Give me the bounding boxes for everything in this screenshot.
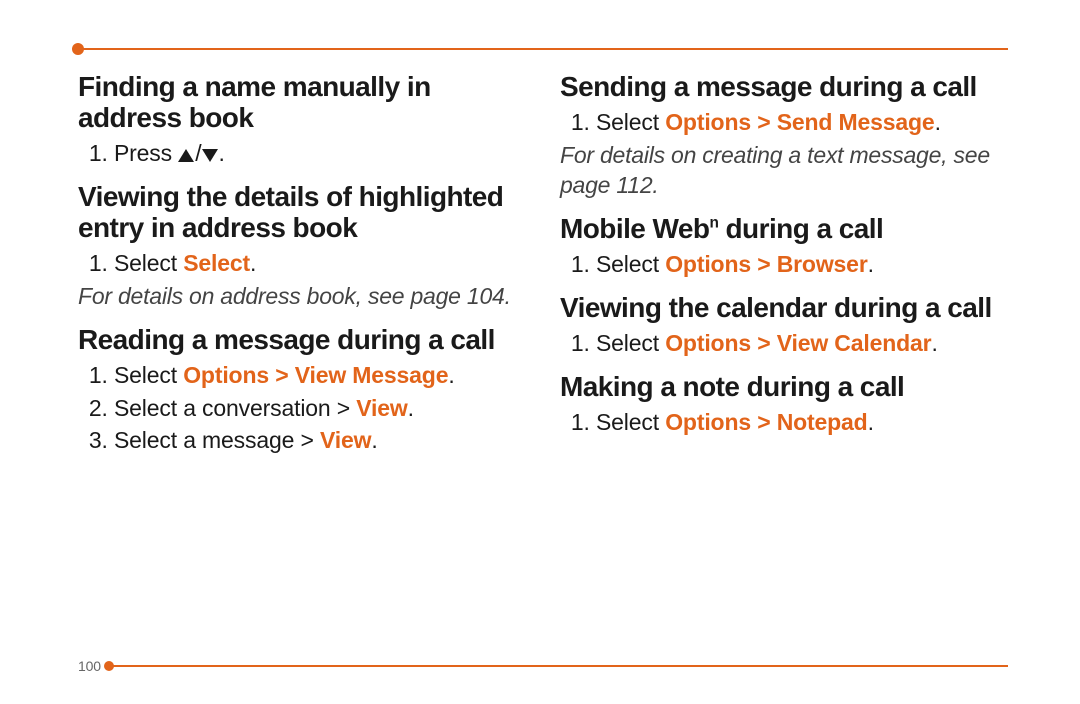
step-text: Select [596,409,665,435]
step-text: Select a conversation > [114,395,356,421]
top-rule [78,48,1008,50]
step-suffix: . [868,409,874,435]
up-arrow-icon [178,149,194,162]
steps-make-note: Select Options > Notepad. [560,407,1008,437]
heading-part-b: during a call [718,213,883,244]
footer-rule [109,665,1008,667]
step-message-view: Select a message > View. [114,425,526,455]
menu-keyword: Options > Browser [665,251,867,277]
step-suffix: . [868,251,874,277]
down-arrow-icon [202,149,218,162]
menu-keyword: Options > View Message [183,362,448,388]
heading-view-details: Viewing the details of highlighted entry… [78,182,526,244]
step-select-select: Select Select. [114,248,526,278]
steps-view-details: Select Select. [78,248,526,278]
content-columns: Finding a name manually in address book … [78,72,1008,457]
left-column: Finding a name manually in address book … [78,72,526,457]
heading-read-msg: Reading a message during a call [78,325,526,356]
step-text: Select [114,362,183,388]
steps-find-name: Press /. [78,138,526,168]
step-text: Select [114,250,183,276]
step-suffix: . [250,250,256,276]
step-text: Select [596,251,665,277]
step-options-view-calendar: Select Options > View Calendar. [596,328,1008,358]
step-conversation-view: Select a conversation > View. [114,393,526,423]
step-suffix: . [935,109,941,135]
step-text: Select [596,330,665,356]
step-suffix: . [218,140,224,166]
heading-part-a: Mobile Web [560,213,709,244]
steps-read-msg: Select Options > View Message. Select a … [78,360,526,455]
menu-keyword: View [356,395,407,421]
note-addressbook: For details on address book, see page 10… [78,282,526,311]
step-text: Press [114,140,178,166]
step-text: Select [596,109,665,135]
menu-keyword: Options > Notepad [665,409,867,435]
page-number: 100 [78,658,105,674]
step-suffix: . [371,427,377,453]
steps-mobile-web: Select Options > Browser. [560,249,1008,279]
steps-send-msg: Select Options > Send Message. [560,107,1008,137]
step-options-notepad: Select Options > Notepad. [596,407,1008,437]
step-suffix: . [931,330,937,356]
menu-keyword: Select [183,250,250,276]
heading-make-note: Making a note during a call [560,372,1008,403]
page-footer: 100 [78,658,1008,674]
note-text-msg: For details on creating a text message, … [560,141,1008,200]
superscript-n: n [709,215,718,232]
step-suffix: . [408,395,414,421]
step-press-updown: Press /. [114,138,526,168]
step-text: Select a message > [114,427,320,453]
heading-view-calendar: Viewing the calendar during a call [560,293,1008,324]
manual-page: Finding a name manually in address book … [0,0,1080,704]
heading-mobile-web: Mobile Webn during a call [560,214,1008,245]
heading-send-msg: Sending a message during a call [560,72,1008,103]
menu-keyword: Options > View Calendar [665,330,931,356]
menu-keyword: Options > Send Message [665,109,934,135]
steps-view-calendar: Select Options > View Calendar. [560,328,1008,358]
slash-icon: / [194,140,202,166]
heading-find-name: Finding a name manually in address book [78,72,526,134]
right-column: Sending a message during a call Select O… [560,72,1008,457]
step-options-view-msg: Select Options > View Message. [114,360,526,390]
menu-keyword: View [320,427,371,453]
step-options-browser: Select Options > Browser. [596,249,1008,279]
step-options-send-msg: Select Options > Send Message. [596,107,1008,137]
step-suffix: . [448,362,454,388]
